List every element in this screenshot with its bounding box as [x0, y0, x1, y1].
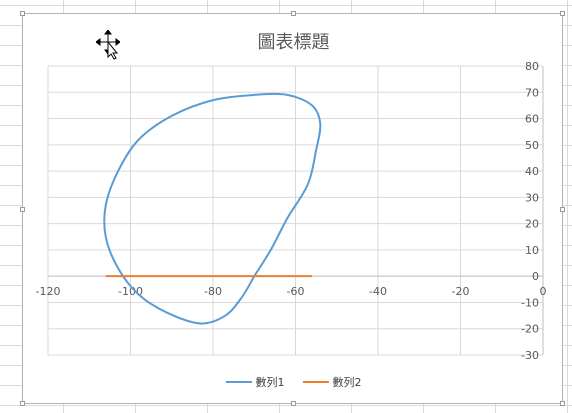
x-tick-label-0: -120 [36, 285, 61, 298]
y-tick-label-9: 60 [525, 113, 539, 126]
legend-swatch-series2 [302, 381, 329, 383]
y-tick-label-8: 50 [525, 139, 539, 152]
legend-swatch-series1 [225, 381, 252, 383]
legend-item-series1[interactable]: 數列1 [225, 374, 285, 390]
y-tick-label-1: -20 [521, 323, 539, 336]
y-tick-label-0: -30 [521, 349, 539, 362]
x-tick-label-4: -40 [369, 285, 387, 298]
y-tick-label-10: 70 [525, 86, 539, 99]
y-tick-label-2: -10 [521, 296, 539, 309]
legend-label-series1: 數列1 [255, 376, 285, 389]
legend[interactable]: 數列1 數列2 [23, 374, 564, 390]
chart-area[interactable]: 圖表標題 -120 -100 -80 -60 -40 -20 0 -30 -20 -10 0 10 20… [20, 11, 565, 406]
y-tick-label-7: 40 [525, 165, 539, 178]
x-tick-label-5: -20 [452, 285, 470, 298]
y-tick-label-4: 10 [525, 244, 539, 257]
y-tick-label-11: 80 [525, 60, 539, 73]
x-tick-label-2: -80 [204, 285, 222, 298]
plot-area[interactable]: -120 -100 -80 -60 -40 -20 0-30-20-100102030405… [23, 14, 564, 405]
legend-label-series2: 數列2 [332, 376, 362, 389]
y-tick-label-6: 30 [525, 191, 539, 204]
x-tick-label-6: 0 [540, 285, 547, 298]
y-tick-label-5: 20 [525, 218, 539, 231]
y-tick-label-3: 0 [532, 270, 539, 283]
move-cursor-icon [96, 30, 120, 60]
x-tick-label-3: -60 [287, 285, 305, 298]
legend-item-series2[interactable]: 數列2 [302, 374, 362, 390]
